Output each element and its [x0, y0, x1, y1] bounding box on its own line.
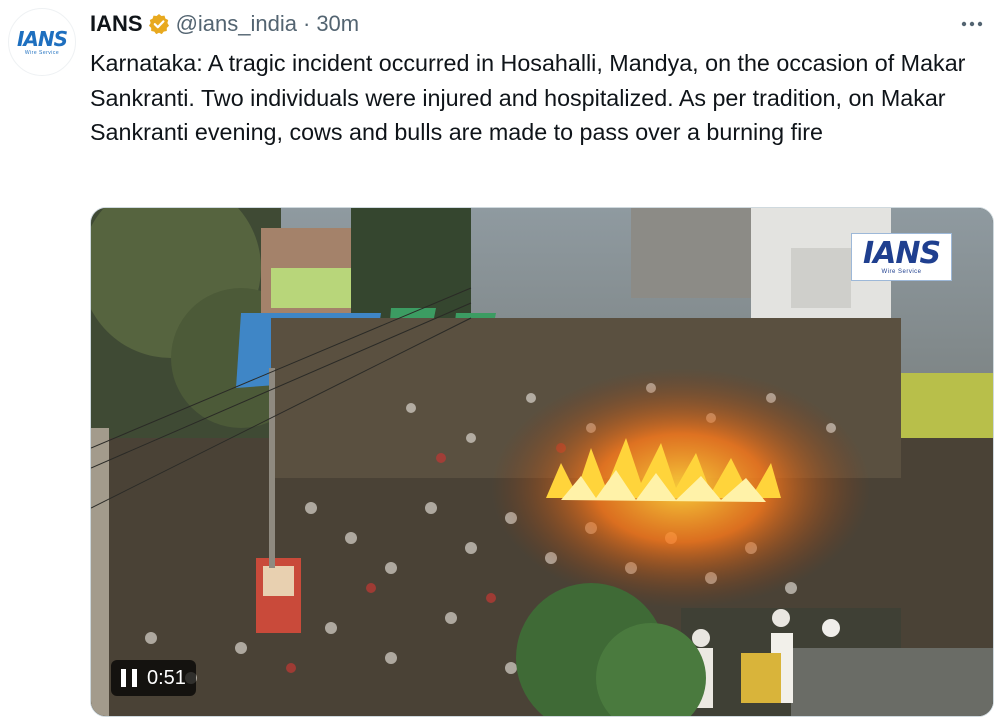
pause-icon[interactable]: [121, 669, 137, 687]
video-media[interactable]: IANS Wire Service 0:51: [90, 207, 994, 717]
video-player-controls[interactable]: 0:51: [111, 660, 196, 696]
verified-badge-icon[interactable]: [148, 13, 170, 35]
author-handle[interactable]: @ians_india: [176, 11, 297, 37]
more-options-icon[interactable]: [956, 10, 988, 38]
watermark-sub: Wire Service: [881, 269, 922, 275]
watermark-text: IANS: [862, 236, 941, 271]
tweet-timestamp[interactable]: 30m: [316, 11, 359, 37]
tweet-header: IANS @ians_india · 30m: [90, 10, 359, 38]
video-time: 0:51: [147, 666, 186, 689]
avatar-logo-text: IANS: [16, 26, 68, 51]
author-name[interactable]: IANS: [90, 11, 143, 37]
video-frame: [91, 208, 993, 716]
avatar[interactable]: IANS Wire Service: [8, 8, 76, 76]
ians-watermark: IANS Wire Service: [851, 233, 952, 281]
avatar-logo-sub: Wire Service: [24, 49, 60, 56]
tweet-text: Karnataka: A tragic incident occurred in…: [90, 50, 966, 145]
separator-dot: ·: [302, 11, 311, 36]
